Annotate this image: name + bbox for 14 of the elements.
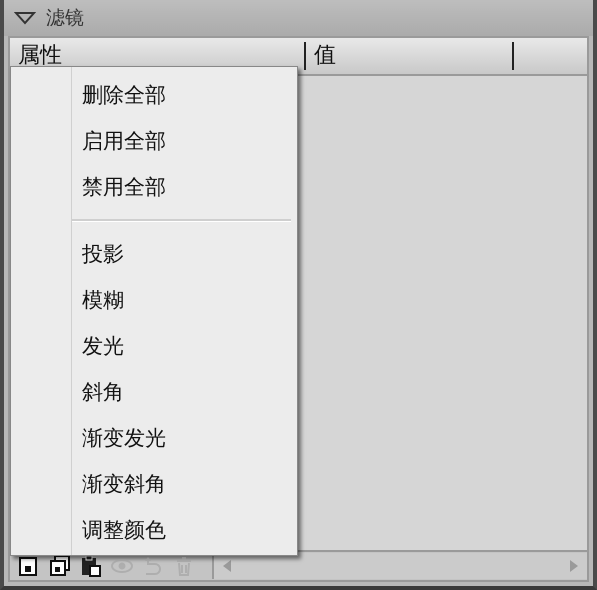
menu-item[interactable]: 渐变斜角 — [72, 461, 297, 507]
column-header[interactable]: 值 — [306, 42, 514, 70]
menu-item[interactable]: 斜角 — [72, 369, 297, 415]
menu-item[interactable]: 发光 — [72, 323, 297, 369]
panel-title: 滤镜 — [46, 6, 84, 31]
menu-item[interactable]: 模糊 — [72, 277, 297, 323]
menu-item[interactable]: 禁用全部 — [72, 164, 297, 210]
menu-item[interactable]: 渐变发光 — [72, 415, 297, 461]
menu-item[interactable]: 投影 — [72, 231, 297, 277]
menu-item[interactable]: 调整颜色 — [72, 507, 297, 553]
copy-icon[interactable] — [47, 554, 73, 578]
menu-item[interactable]: 删除全部 — [72, 72, 297, 118]
menu-item[interactable]: 启用全部 — [72, 118, 297, 164]
collapse-triangle-icon[interactable] — [14, 11, 36, 25]
